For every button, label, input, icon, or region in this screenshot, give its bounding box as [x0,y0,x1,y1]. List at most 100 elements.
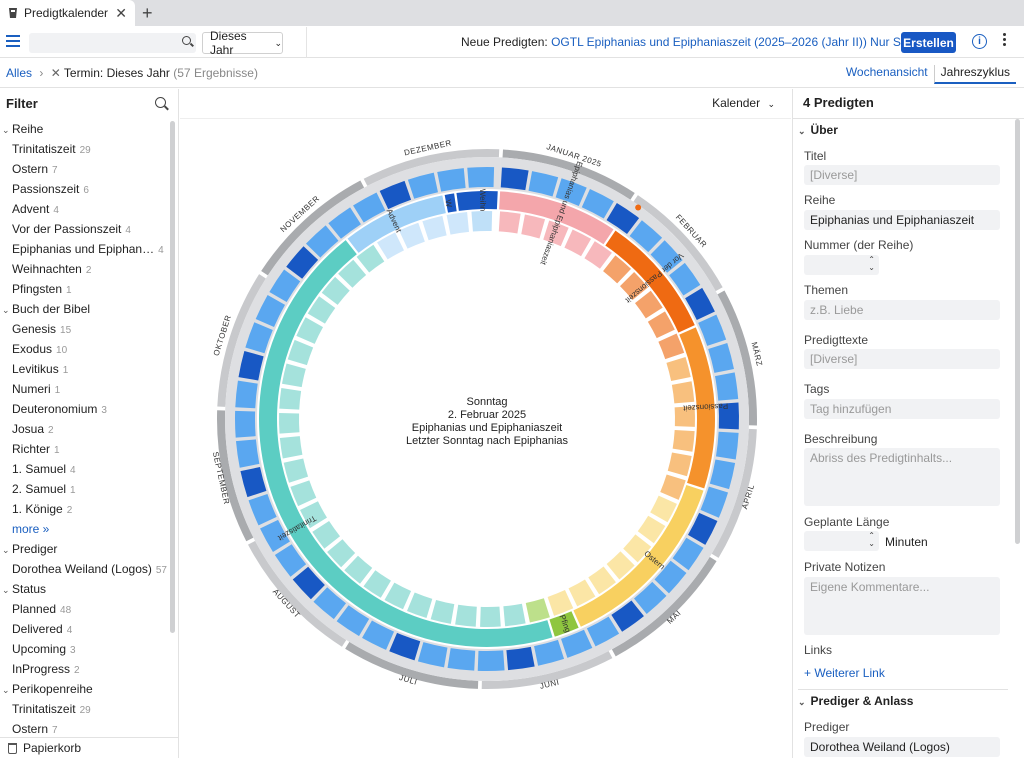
section-preacher[interactable]: ⌄ Prediger & Anlass [798,694,913,708]
week-cell [455,604,477,627]
section-about[interactable]: ⌄ Über [798,123,838,137]
filter-search-icon[interactable] [155,97,166,108]
length-stepper[interactable]: ⌃ ⌄ [804,531,879,551]
filter-item[interactable]: 1. Könige 2 [0,499,172,519]
label-texts: Predigttexte [804,333,869,347]
filter-item-label: Exodus [12,342,53,356]
filter-item[interactable]: Numeri 1 [0,379,172,399]
menu-icon[interactable] [6,35,20,47]
tags-input[interactable]: Tag hinzufügen [804,399,1000,419]
filter-item[interactable]: Advent 4 [0,199,172,219]
filter-scrollbar[interactable] [170,121,175,633]
filter-item[interactable]: Trinitatiszeit 29 [0,139,172,159]
filter-group-header[interactable]: ⌄ Perikopenreihe [0,679,172,699]
filter-more-link[interactable]: more » [0,519,172,539]
filter-item[interactable]: Levitikus 1 [0,359,172,379]
close-icon[interactable]: ✕ [115,5,127,22]
breadcrumb-filter: Termin: Dieses Jahr [63,66,170,80]
year-filter-select[interactable]: Dieses Jahr ⌄ [202,29,283,57]
week-cell [287,339,314,366]
toolbar: Dieses Jahr ⌄ Neue Predigten: OGTL Epiph… [0,27,1024,58]
filter-item[interactable]: Ostern 7 [0,159,172,179]
filter-item-label: Trinitatiszeit [12,702,76,716]
filter-item-label: Advent [12,202,50,216]
filter-item[interactable]: Dorothea Weiland (Logos) 57 [0,559,172,579]
create-button[interactable]: Erstellen [901,32,956,53]
stepper-arrows-icon[interactable]: ⌃ ⌄ [868,256,875,272]
add-link-button[interactable]: + Weiterer Link [804,666,885,680]
breadcrumb-all[interactable]: Alles [6,66,32,80]
tab-year-cycle[interactable]: Jahreszyklus [933,65,1016,84]
remove-filter-icon[interactable]: ✕ [51,66,61,80]
week-cell [279,388,302,410]
week-marker [500,167,529,191]
filter-group-header[interactable]: ⌄ Prediger [0,539,172,559]
filter-item[interactable]: Josua 2 [0,419,172,439]
label-title: Titel [804,149,827,163]
filter-item[interactable]: Exodus 10 [0,339,172,359]
stepper-arrows-icon[interactable]: ⌃ ⌄ [868,532,875,548]
week-marker [447,648,476,671]
filter-item[interactable]: 1. Samuel 4 [0,459,172,479]
week-marker [235,410,256,438]
filter-item[interactable]: Richter 1 [0,439,172,459]
filter-item-label: Genesis [12,322,57,336]
filter-item-count: 48 [60,605,72,616]
search-input[interactable] [29,33,196,53]
info-icon[interactable]: i [972,34,987,49]
filter-item[interactable]: Passionszeit 6 [0,179,172,199]
filter-group-header[interactable]: ⌄ Reihe [0,119,172,139]
year-cycle-chart[interactable]: JANUAR 2025FEBRUARMÄRZAPRILMAIJUNIJULIAU… [180,119,791,758]
filter-item[interactable]: Trinitatiszeit 29 [0,699,172,719]
number-stepper[interactable]: ⌃ ⌄ [804,255,879,275]
series-field[interactable]: Epiphanias und Epiphaniaszeit [804,210,1000,230]
week-cell [658,333,685,360]
search-icon[interactable] [182,36,191,45]
tab-predigtkalender[interactable]: Predigtkalender ✕ [0,0,135,26]
calendar-view-select[interactable]: Kalender ⌄ [712,96,775,110]
filter-item-count: 2 [66,505,73,516]
filter-item[interactable]: Pfingsten 1 [0,279,172,299]
title-field[interactable]: [Diverse] [804,165,1000,185]
filter-item-label: Pfingsten [12,282,63,296]
month-label: MÄRZ [750,341,765,367]
week-cell [547,590,574,616]
filter-item-count: 29 [79,705,91,716]
week-marker [715,431,739,460]
filter-item[interactable]: Vor der Passionszeit 4 [0,219,172,239]
new-tab-icon[interactable]: + [142,3,153,24]
notes-textarea[interactable]: Eigene Kommentare... [804,577,1000,635]
week-marker [506,646,535,671]
filter-item[interactable]: Delivered 4 [0,619,172,639]
week-cell [471,211,493,232]
filter-group-label: Reihe [12,122,44,136]
description-textarea[interactable]: Abriss des Predigtinhalts... [804,448,1000,506]
filter-item[interactable]: Weihnachten 2 [0,259,172,279]
more-options-icon[interactable] [1003,33,1007,48]
tab-week-view[interactable]: Wochenansicht [840,65,934,84]
filter-group-header[interactable]: ⌄ Buch der Bibel [0,299,172,319]
filter-item[interactable]: Deuteronomium 3 [0,399,172,419]
new-sermons-link[interactable]: OGTL Epiphanias und Epiphaniaszeit (2025… [551,35,944,49]
preacher-field[interactable]: Dorothea Weiland (Logos) [804,737,1000,757]
section-about-label: Über [810,123,838,137]
filter-item[interactable]: Epiphanias und Epiphan… 4 [0,239,172,259]
filter-item[interactable]: Ostern 7 [0,719,172,739]
filter-item[interactable]: Upcoming 3 [0,639,172,659]
detail-scrollbar[interactable] [1015,119,1020,544]
filter-item[interactable]: InProgress 2 [0,659,172,679]
filter-item-label: Trinitatiszeit [12,142,76,156]
filter-item-label: InProgress [12,662,71,676]
trash-item[interactable]: Papierkorb [0,737,179,758]
texts-field[interactable]: [Diverse] [804,349,1000,369]
filter-group-header[interactable]: ⌄ Status [0,579,172,599]
filter-item-label: Epiphanias und Epiphan… [12,242,155,256]
topics-input[interactable]: z.B. Liebe [804,300,1000,320]
filter-item[interactable]: Genesis 15 [0,319,172,339]
week-marker [437,168,466,192]
filter-item[interactable]: 2. Samuel 1 [0,479,172,499]
filter-item[interactable]: Planned 48 [0,599,172,619]
week-cell [503,603,526,627]
filter-item-label: Ostern [12,722,49,736]
week-cell [446,211,470,235]
